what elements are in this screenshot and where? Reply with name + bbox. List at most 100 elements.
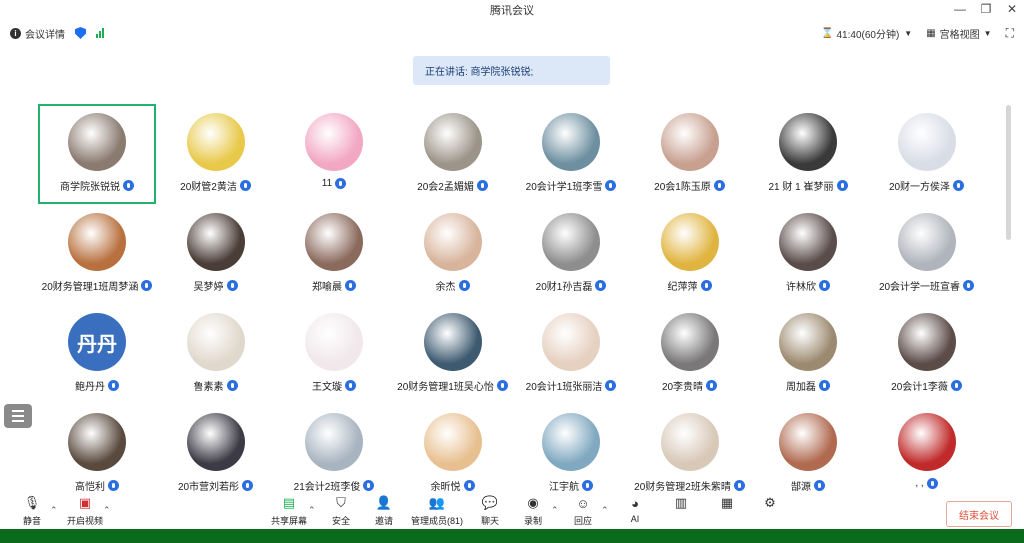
- participant-tile[interactable]: 郑喻晨: [275, 204, 393, 304]
- security-shield-icon[interactable]: [75, 27, 86, 39]
- participant-name-label: 鲁素素: [193, 382, 224, 393]
- microphone-status-icon: [123, 180, 134, 191]
- members-icon: 👥: [428, 495, 446, 510]
- fullscreen-icon[interactable]: ⛶: [1006, 26, 1014, 41]
- gear-icon: ⚙: [764, 495, 776, 510]
- participant-tile[interactable]: 纪萍萍: [631, 204, 749, 304]
- avatar: [660, 213, 719, 271]
- avatar: [423, 213, 482, 271]
- participant-tile[interactable]: 20财1孙吉磊: [512, 204, 630, 304]
- participant-tile[interactable]: 20财务管理2班朱紫晴: [631, 404, 749, 504]
- chat-label: 聊天: [480, 516, 499, 526]
- apps-icon: ▥: [674, 495, 688, 510]
- participant-name: 余昕悦: [431, 478, 475, 493]
- avatar: [423, 313, 482, 371]
- microphone-status-icon: [595, 280, 607, 291]
- participant-name: 20会计1班张丽洁: [526, 378, 617, 393]
- participant-tile[interactable]: 21 财 1 崔梦丽: [749, 104, 867, 204]
- side-panel-toggle[interactable]: [4, 404, 32, 428]
- participant-name: 20财务管理2班朱紫晴: [634, 478, 745, 493]
- minimize-icon[interactable]: —: [954, 2, 966, 16]
- participant-name-label: 王文璇: [312, 382, 342, 393]
- participant-tile[interactable]: 高恺利: [38, 404, 156, 504]
- end-meeting-button[interactable]: 结束会议: [946, 501, 1012, 527]
- close-icon[interactable]: ✕: [1006, 2, 1018, 16]
- avatar: [779, 213, 837, 271]
- invite-button[interactable]: 👤 邀请: [354, 495, 414, 527]
- participant-tile[interactable]: 鲁素素: [157, 304, 275, 404]
- participant-tile[interactable]: 江宇航: [512, 404, 630, 504]
- participant-name: 周加磊: [786, 378, 830, 393]
- participant-name-label: 20财一方侯泽: [888, 182, 951, 193]
- participant-tile[interactable]: 20市营刘若彤: [157, 404, 275, 504]
- manage-members-button[interactable]: 👥 管理成员(81): [407, 495, 467, 527]
- grid-view-icon: ▦: [926, 27, 936, 39]
- shield-icon: ⛉: [336, 495, 346, 510]
- participant-tile[interactable]: 20会计学1班李雪: [512, 104, 630, 204]
- participant-name-label: 21 财 1 崔梦丽: [768, 182, 834, 193]
- participant-tile[interactable]: 20财管2黄洁: [157, 104, 275, 204]
- participant-name-label: 11: [321, 178, 333, 189]
- settings-button[interactable]: ⚙: [740, 495, 800, 514]
- chevron-down-icon: ▼: [904, 28, 913, 38]
- participant-tile[interactable]: 余昕悦: [394, 404, 512, 504]
- caret-up-icon[interactable]: ⌃: [103, 505, 111, 516]
- grid-scrollbar[interactable]: [1006, 105, 1011, 240]
- participant-tile[interactable]: 11: [275, 104, 393, 204]
- avatar: [423, 113, 482, 171]
- view-mode-select[interactable]: ▦ 宫格视图 ▼: [926, 26, 991, 41]
- emoji-icon: ☺: [576, 495, 590, 511]
- participant-tile[interactable]: 吴梦婷: [157, 204, 275, 304]
- participant-tile[interactable]: , ,: [868, 404, 986, 504]
- microphone-status-icon: [605, 380, 617, 391]
- participant-name-label: 21会计2班李俊: [293, 482, 361, 493]
- participant-tile[interactable]: 丹丹 鲍丹丹: [38, 304, 156, 404]
- microphone-status-icon: [108, 380, 119, 391]
- avatar: [779, 313, 837, 371]
- avatar: [68, 413, 126, 471]
- participant-name: 20会计学一班宣睿: [879, 278, 975, 293]
- avatar: [186, 313, 245, 371]
- participant-tile[interactable]: 20会1陈玉原: [631, 104, 749, 204]
- participant-name-label: 商学院张锐锐: [60, 182, 120, 193]
- participant-name: 20李贵晴: [662, 378, 718, 393]
- avatar: [779, 113, 837, 171]
- participant-name: 鲁素素: [194, 378, 238, 393]
- participant-tile[interactable]: 20会计学一班宣睿: [868, 204, 986, 304]
- participant-tile[interactable]: 20财一方侯泽: [868, 104, 986, 204]
- meeting-details-button[interactable]: i 会议详情: [10, 26, 65, 41]
- participant-tile[interactable]: 20会2孟媚媚: [394, 104, 512, 204]
- participant-name: 商学院张锐锐: [60, 178, 134, 193]
- layout-icon: ▦: [720, 495, 734, 510]
- participant-tile[interactable]: 余杰: [394, 204, 512, 304]
- chevron-down-icon: ▼: [983, 28, 992, 38]
- meeting-topbar: i 会议详情 ⌛ 41:40(60分钟) ▼ ▦ 宫格视图 ▼ ⛶: [0, 22, 1024, 44]
- meeting-timer[interactable]: ⌛ 41:40(60分钟) ▼: [821, 26, 912, 41]
- participant-tile[interactable]: 20李贵晴: [631, 304, 749, 404]
- participant-tile[interactable]: 许林欣: [749, 204, 867, 304]
- participant-tile[interactable]: 20财务管理1班周梦涵: [38, 204, 156, 304]
- restore-icon[interactable]: ❐: [980, 2, 992, 16]
- participant-name-label: 鲍丹丹: [75, 382, 105, 393]
- taskbar-strip: [0, 529, 1024, 543]
- reactions-label: 回应: [573, 516, 592, 526]
- participant-name: 21 财 1 崔梦丽: [768, 178, 848, 193]
- participant-tile[interactable]: 商学院张锐锐: [38, 104, 156, 204]
- participant-tile[interactable]: 20财务管理1班吴心怡: [394, 304, 512, 404]
- participant-tile[interactable]: 20会计1李薇: [868, 304, 986, 404]
- participant-tile[interactable]: 20会计1班张丽洁: [512, 304, 630, 404]
- microphone-status-icon: [458, 280, 470, 291]
- avatar: [186, 113, 245, 171]
- participant-name: 20市营刘若彤: [178, 478, 254, 493]
- participant-tile[interactable]: 周加磊: [749, 304, 867, 404]
- participant-tile[interactable]: 王文璇: [275, 304, 393, 404]
- participant-name-label: 20财务管理1班吴心怡: [397, 382, 494, 393]
- participant-tile[interactable]: 郜源: [749, 404, 867, 504]
- participant-name: 郑喻晨: [312, 278, 356, 293]
- network-signal-icon[interactable]: [96, 28, 104, 38]
- participant-name: 20会2孟媚媚: [417, 178, 488, 193]
- participant-tile[interactable]: 21会计2班李俊: [275, 404, 393, 504]
- microphone-status-icon: [335, 178, 347, 189]
- mute-label: 静音: [22, 516, 41, 526]
- participant-name-label: , ,: [915, 478, 924, 489]
